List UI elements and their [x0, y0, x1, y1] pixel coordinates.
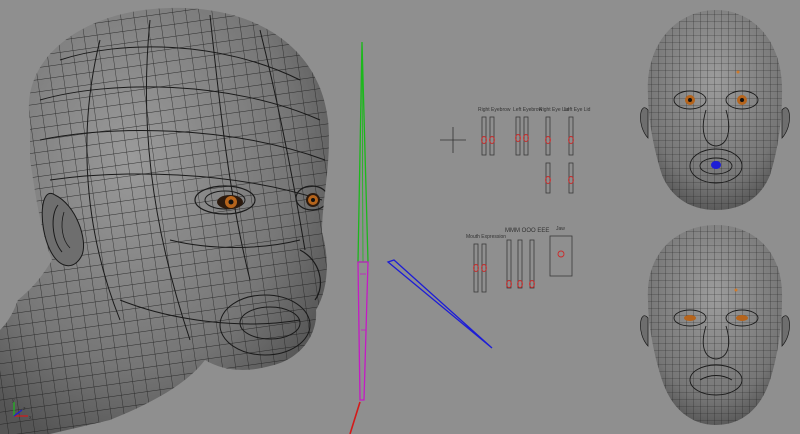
preview-head-top[interactable] — [640, 0, 790, 215]
gizmo-neg-y-handle[interactable] — [357, 261, 369, 401]
preview-top-forehead-marker — [736, 70, 740, 74]
handle-jaw[interactable] — [557, 250, 565, 258]
preview-bottom-forehead-marker — [734, 288, 738, 292]
viewport-canvas[interactable]: y x z Right Eyebrow Left Eyebrow Right E… — [0, 0, 800, 434]
slider-left-eye-lid-lower[interactable] — [568, 162, 574, 194]
face-control-panel[interactable]: Right Eyebrow Left Eyebrow Right Eye Lid… — [466, 107, 591, 293]
main-head-mesh[interactable] — [0, 0, 340, 434]
slider-right-eyebrow-1[interactable] — [481, 116, 487, 156]
3d-viewport[interactable]: y x z Right Eyebrow Left Eyebrow Right E… — [0, 0, 800, 434]
gizmo-x-handle[interactable] — [349, 401, 361, 434]
pad-jaw[interactable] — [549, 235, 573, 277]
slider-mouth-expression-2[interactable] — [481, 243, 487, 293]
crosshair-icon — [440, 127, 466, 153]
label-jaw: Jaw — [556, 226, 565, 232]
slider-right-eye-lid-upper[interactable] — [545, 116, 551, 156]
slider-mouth-expression-1[interactable] — [473, 243, 479, 293]
label-left-eye-lid: Left Eye Lid — [564, 107, 591, 113]
gizmo-z-handle[interactable] — [386, 259, 493, 349]
label-right-eyebrow: Right Eyebrow — [478, 107, 511, 113]
slider-right-eye-lid-lower[interactable] — [545, 162, 551, 194]
slider-left-eyebrow-1[interactable] — [515, 116, 521, 156]
label-mouth-phonemes: MMM OOO EEE — [505, 228, 549, 234]
preview-head-bottom[interactable] — [640, 220, 790, 434]
slider-right-eyebrow-2[interactable] — [489, 116, 495, 156]
slider-left-eye-lid-upper[interactable] — [568, 116, 574, 156]
preview-top-mouth-marker — [711, 161, 721, 169]
label-mouth-expression: Mouth Expression — [466, 234, 506, 240]
slider-left-eyebrow-2[interactable] — [523, 116, 529, 156]
